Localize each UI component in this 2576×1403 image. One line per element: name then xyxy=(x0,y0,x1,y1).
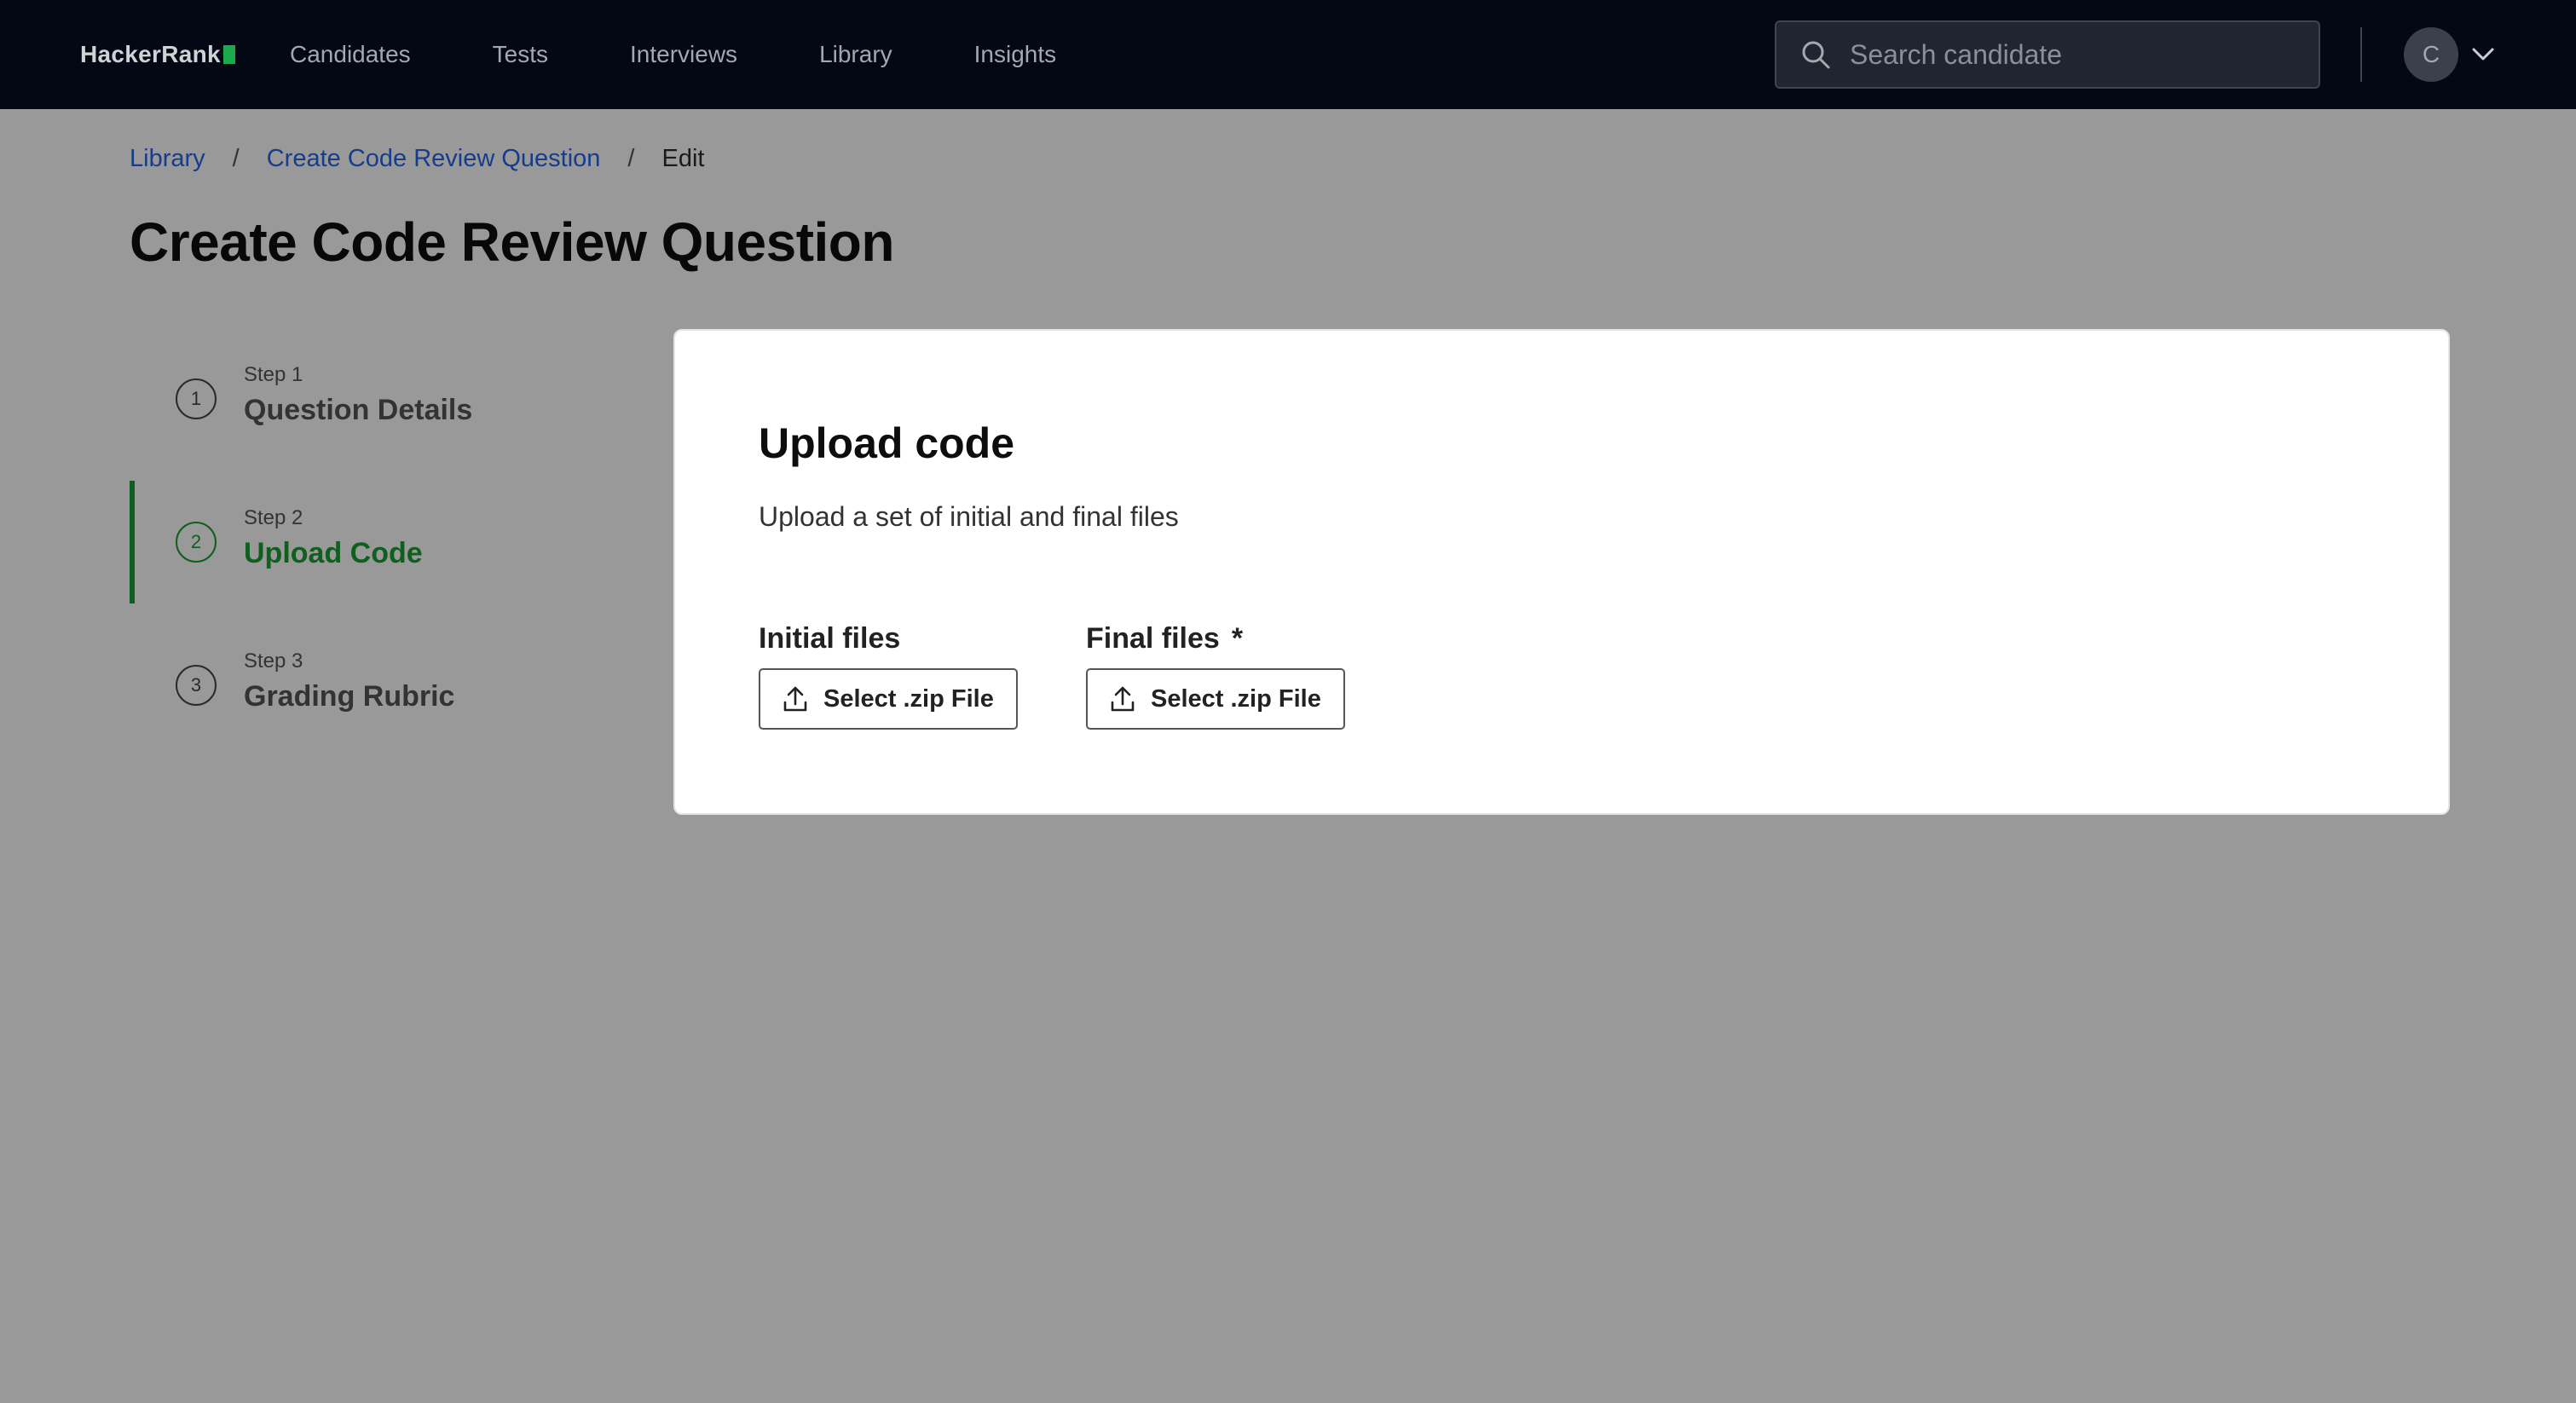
initial-files-label: Initial files xyxy=(759,622,901,655)
avatar[interactable]: C xyxy=(2404,27,2458,82)
nav-item-library[interactable]: Library xyxy=(819,38,892,72)
search-input[interactable] xyxy=(1850,38,2310,71)
step-number-badge: 3 xyxy=(176,665,217,706)
step-upload-code[interactable]: 2 Step 2 Upload Code xyxy=(130,481,641,603)
select-initial-zip-button[interactable]: Select .zip File xyxy=(759,668,1018,730)
step-title: Grading Rubric xyxy=(244,680,455,713)
upload-icon xyxy=(783,686,807,712)
chevron-down-icon[interactable] xyxy=(2470,44,2496,65)
step-label: Step 3 xyxy=(244,650,303,673)
nav-item-tests[interactable]: Tests xyxy=(493,38,548,72)
card-title: Upload code xyxy=(759,419,1015,467)
breadcrumb-separator: / xyxy=(627,145,635,172)
logo-text: HackerRank xyxy=(80,41,221,67)
search-icon xyxy=(1802,41,1830,69)
step-title: Upload Code xyxy=(244,537,423,569)
search-box[interactable] xyxy=(1775,20,2320,89)
final-files-label-row: Final files * xyxy=(1086,619,1345,658)
nav-item-interviews[interactable]: Interviews xyxy=(630,38,737,72)
step-question-details[interactable]: 1 Step 1 Question Details xyxy=(130,338,641,460)
breadcrumb-current: Edit xyxy=(661,145,705,172)
initial-files-field: Initial files Select .zip File xyxy=(759,619,1018,730)
page-title: Create Code Review Question xyxy=(130,211,894,273)
card-subtitle: Upload a set of initial and final files xyxy=(759,501,1179,532)
nav-item-candidates[interactable]: Candidates xyxy=(290,38,411,72)
button-label: Select .zip File xyxy=(1151,684,1321,713)
required-marker: * xyxy=(1231,622,1244,655)
upload-icon xyxy=(1111,686,1135,712)
button-label: Select .zip File xyxy=(823,684,994,713)
main-nav: Candidates Tests Interviews Library Insi… xyxy=(290,38,1138,72)
breadcrumb: Library / Create Code Review Question / … xyxy=(130,141,704,176)
step-label: Step 1 xyxy=(244,363,303,386)
logo-mark-icon xyxy=(222,45,235,64)
hackerrank-logo[interactable]: HackerRank xyxy=(80,39,235,70)
nav-divider xyxy=(2360,27,2362,82)
breadcrumb-create-code-review-question[interactable]: Create Code Review Question xyxy=(267,141,601,176)
step-label: Step 2 xyxy=(244,506,303,529)
step-number-badge: 1 xyxy=(176,378,217,419)
nav-item-insights[interactable]: Insights xyxy=(974,38,1057,72)
top-navigation: HackerRank Candidates Tests Interviews L… xyxy=(0,0,2576,109)
breadcrumb-library[interactable]: Library xyxy=(130,141,205,176)
upload-code-card: Upload code Upload a set of initial and … xyxy=(673,329,2450,815)
step-grading-rubric[interactable]: 3 Step 3 Grading Rubric xyxy=(130,624,641,747)
final-files-field: Final files * Select .zip File xyxy=(1086,619,1345,730)
select-final-zip-button[interactable]: Select .zip File xyxy=(1086,668,1345,730)
step-title: Question Details xyxy=(244,394,473,426)
step-number-badge: 2 xyxy=(176,522,217,563)
final-files-label: Final files xyxy=(1086,622,1220,655)
breadcrumb-separator: / xyxy=(232,145,240,172)
